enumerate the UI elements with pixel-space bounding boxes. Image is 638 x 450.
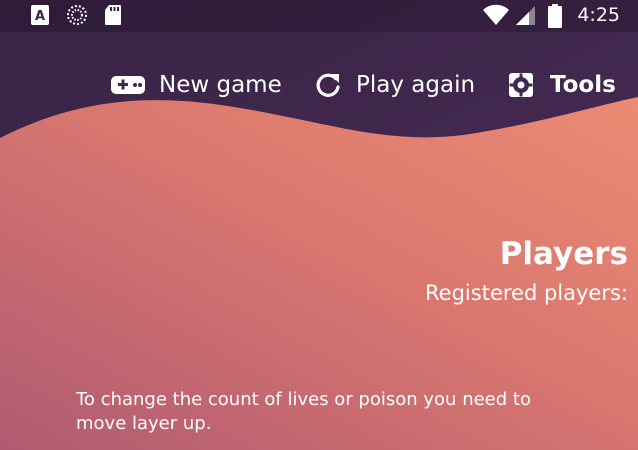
registered-players-label: Registered players: <box>425 281 628 305</box>
players-panel: Players Registered players: To change th… <box>0 0 638 450</box>
players-title: Players <box>499 236 628 272</box>
app-screen: A 4:25 New game Play again Tools Players… <box>0 0 638 450</box>
layer-hint-text: To change the count of lives or poison y… <box>76 389 531 434</box>
